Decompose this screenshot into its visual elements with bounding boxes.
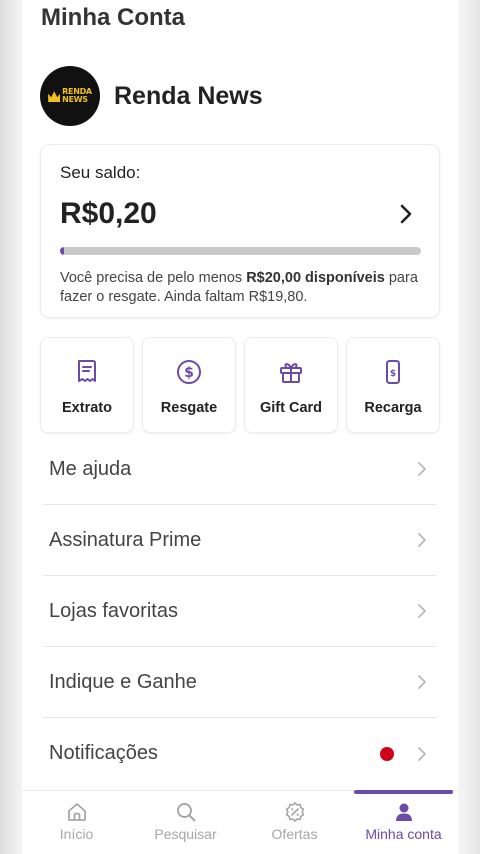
balance-card[interactable]: Seu saldo: R$0,20 Você precisa de pelo m… (40, 144, 440, 318)
gift-icon (280, 363, 302, 383)
action-label: Recarga (364, 400, 422, 416)
profile-header: RENDA NEWS Renda News (40, 66, 263, 126)
action-label: Extrato (62, 400, 112, 416)
svg-text:$: $ (390, 369, 396, 379)
nav-minha-conta[interactable]: Minha conta (349, 790, 458, 854)
notification-dot (380, 746, 394, 761)
chevron-right-icon (418, 675, 426, 689)
action-label: Gift Card (259, 400, 323, 416)
menu-item-assinatura-prime[interactable]: Assinatura Prime (43, 505, 436, 576)
action-extrato[interactable]: Extrato (40, 337, 134, 433)
nav-label: Início (59, 826, 94, 842)
receipt-icon (78, 360, 96, 382)
active-tab-indicator (354, 790, 453, 794)
chevron-right-icon (418, 533, 426, 547)
chevron-right-icon (418, 604, 426, 618)
balance-label: Seu saldo: (60, 163, 141, 182)
action-gift-card[interactable]: Gift Card (244, 337, 338, 433)
phone-dollar-icon: $ (386, 360, 400, 384)
action-label: Resgate (160, 400, 218, 416)
profile-name: Renda News (114, 81, 263, 110)
menu-item-indique-e-ganhe[interactable]: Indique e Ganhe (43, 647, 436, 718)
discount-icon (285, 802, 304, 822)
menu-item-lojas-favoritas[interactable]: Lojas favoritas (43, 576, 436, 647)
chevron-right-icon (418, 746, 426, 761)
logo-text: RENDA NEWS (62, 87, 92, 104)
nav-ofertas[interactable]: Ofertas (240, 791, 349, 854)
nav-label: Pesquisar (154, 826, 217, 842)
home-icon (67, 803, 86, 821)
account-screen: Minha Conta RENDA NEWS Renda News Seu sa… (22, 0, 458, 854)
background-left (0, 0, 22, 854)
menu-item-label: Assinatura Prime (49, 528, 202, 551)
crown-icon (48, 91, 61, 102)
page-title: Minha Conta (41, 4, 185, 31)
svg-text:$: $ (184, 365, 194, 381)
balance-message: Você precisa de pelo menos R$20,00 dispo… (60, 270, 418, 305)
nav-label: Ofertas (271, 826, 318, 842)
renda-news-logo: RENDA NEWS (40, 66, 100, 126)
balance-value: R$0,20 (60, 197, 157, 230)
balance-progress-fill (60, 247, 64, 255)
dollar-circle-icon: $ (177, 360, 201, 384)
menu-item-label: Lojas favoritas (49, 599, 178, 622)
account-menu: Me ajuda Assinatura Prime Lojas favorita… (43, 434, 436, 789)
chevron-right-icon (418, 462, 426, 476)
balance-progress-bar (60, 247, 421, 255)
bottom-navigation: Início Pesquisar Ofertas Minha conta (22, 790, 458, 854)
menu-item-me-ajuda[interactable]: Me ajuda (43, 434, 436, 505)
nav-pesquisar[interactable]: Pesquisar (131, 791, 240, 854)
background-right (458, 0, 480, 854)
nav-inicio[interactable]: Início (22, 791, 131, 854)
nav-label: Minha conta (365, 826, 442, 842)
action-recarga[interactable]: $ Recarga (346, 337, 440, 433)
menu-item-label: Notificações (49, 742, 158, 764)
menu-item-label: Me ajuda (49, 457, 132, 480)
menu-item-label: Indique e Ganhe (49, 670, 197, 693)
chevron-right-icon[interactable] (397, 203, 415, 225)
search-icon (176, 803, 195, 822)
quick-actions: Extrato $ Resgate Gift Card $ Recarga (40, 337, 440, 433)
menu-item-notificacoes[interactable]: Notificações (43, 718, 436, 789)
user-icon (395, 803, 412, 821)
action-resgate[interactable]: $ Resgate (142, 337, 236, 433)
